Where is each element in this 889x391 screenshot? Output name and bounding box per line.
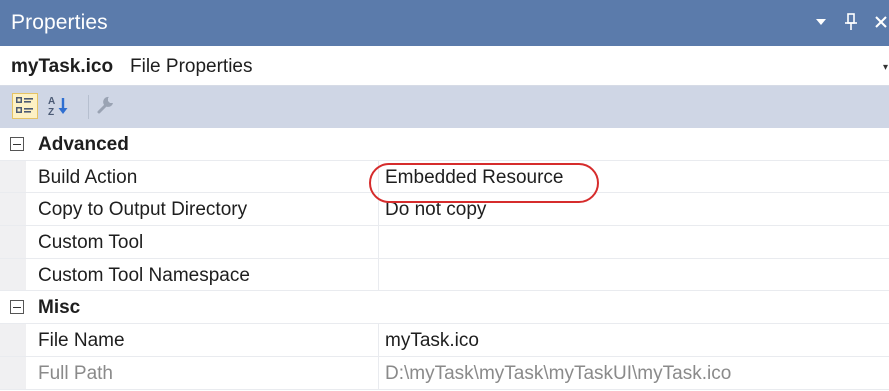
- collapse-icon[interactable]: [10, 137, 24, 151]
- property-row-custom-tool[interactable]: Custom Tool: [0, 226, 889, 259]
- property-name: Build Action: [38, 166, 138, 188]
- collapse-icon[interactable]: [10, 300, 24, 315]
- property-pages-button[interactable]: [94, 93, 120, 119]
- categorized-button[interactable]: [12, 93, 38, 119]
- property-row-build-action[interactable]: Build Action Embedded Resource: [0, 160, 889, 194]
- property-value[interactable]: Embedded Resource: [385, 167, 564, 189]
- window-controls: [813, 8, 889, 36]
- property-value[interactable]: Do not copy: [385, 199, 486, 221]
- categorized-icon: [16, 97, 33, 113]
- property-row-full-path[interactable]: Full Path D:\myTask\myTask\myTaskUI\myTa…: [0, 356, 889, 390]
- properties-toolbar: A Z: [0, 86, 889, 128]
- property-name: Full Path: [38, 362, 113, 384]
- properties-panel: Properties myTask.ico File Properties ▾ …: [0, 0, 889, 391]
- wrench-icon: [97, 96, 113, 114]
- object-dropdown-icon[interactable]: ▾: [883, 62, 889, 73]
- category-label: Advanced: [38, 134, 129, 155]
- category-misc[interactable]: Misc: [0, 291, 889, 325]
- close-icon[interactable]: [873, 10, 889, 34]
- property-row-copy-to-output[interactable]: Copy to Output Directory Do not copy: [0, 193, 889, 227]
- dropdown-icon[interactable]: [813, 10, 829, 34]
- alphabetical-button[interactable]: A Z: [46, 93, 72, 119]
- property-name: File Name: [38, 330, 125, 352]
- property-row-file-name[interactable]: File Name myTask.ico: [0, 324, 889, 357]
- property-value[interactable]: D:\myTask\myTask\myTaskUI\myTask.ico: [385, 363, 731, 385]
- property-grid: Advanced Build Action Embedded Resource …: [0, 128, 889, 390]
- property-name: Custom Tool: [38, 232, 144, 254]
- object-name: myTask.ico: [11, 56, 114, 77]
- pin-icon[interactable]: [843, 10, 859, 34]
- property-name: Custom Tool Namespace: [38, 264, 250, 286]
- object-type: File Properties: [130, 56, 253, 77]
- alphabetical-icon: A Z: [48, 96, 68, 118]
- svg-text:Z: Z: [48, 107, 54, 118]
- property-value[interactable]: myTask.ico: [385, 330, 479, 352]
- title-bar: Properties: [0, 0, 889, 46]
- category-advanced[interactable]: Advanced: [0, 128, 889, 161]
- category-label: Misc: [38, 297, 81, 319]
- property-name: Copy to Output Directory: [38, 199, 248, 221]
- property-row-custom-tool-namespace[interactable]: Custom Tool Namespace: [0, 258, 889, 292]
- svg-text:A: A: [48, 96, 55, 107]
- panel-title: Properties: [11, 11, 108, 34]
- object-selector[interactable]: myTask.ico File Properties ▾: [0, 46, 889, 86]
- toolbar-separator: [88, 95, 89, 119]
